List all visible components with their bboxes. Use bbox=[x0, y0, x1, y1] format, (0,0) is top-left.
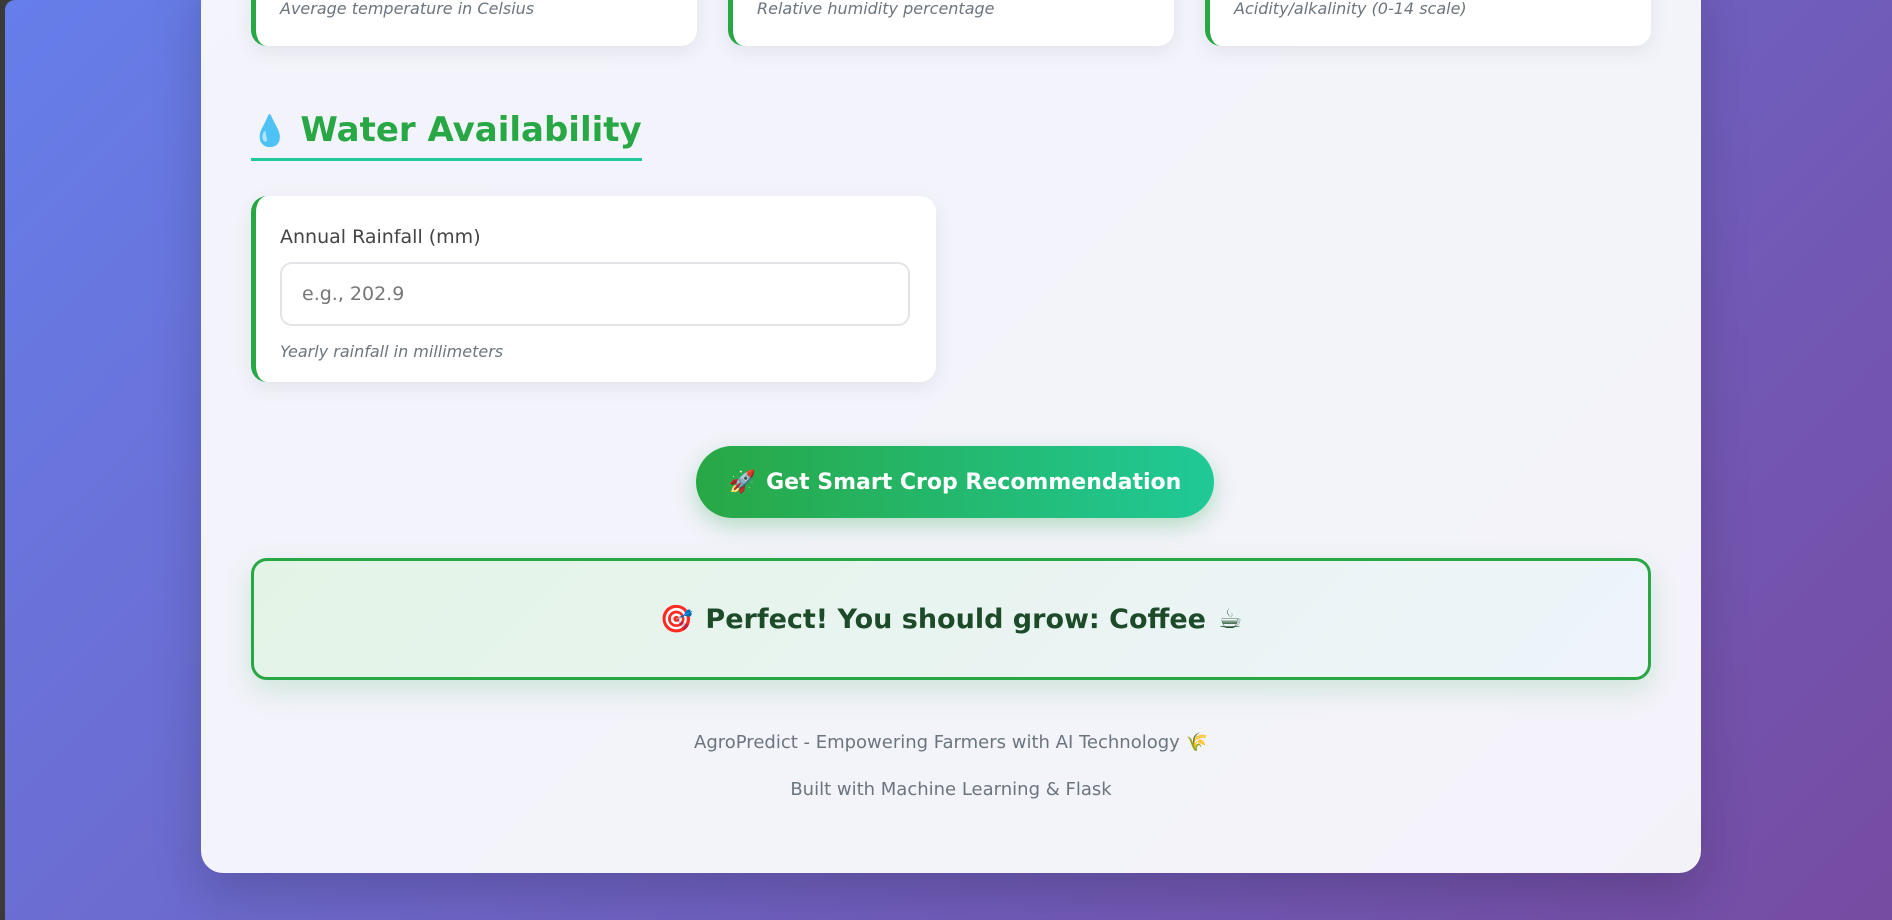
footer-credits: Built with Machine Learning & Flask bbox=[790, 779, 1112, 800]
coffee-icon: ☕ bbox=[1218, 603, 1243, 635]
result-text: Perfect! You should grow: Coffee bbox=[705, 603, 1206, 635]
footer-tagline: AgroPredict - Empowering Farmers with AI… bbox=[201, 732, 1701, 753]
water-section-title-text: Water Availability bbox=[300, 110, 642, 150]
temperature-field-card: Average temperature in Celsius bbox=[251, 0, 697, 46]
target-icon: 🎯 bbox=[659, 604, 694, 635]
ph-field-card: Acidity/alkalinity (0-14 scale) bbox=[1205, 0, 1651, 46]
rainfall-input[interactable] bbox=[280, 262, 910, 326]
recommendation-result: 🎯 Perfect! You should grow: Coffee ☕ bbox=[251, 558, 1651, 680]
get-recommendation-label: Get Smart Crop Recommendation bbox=[766, 469, 1182, 495]
rainfall-help-text: Yearly rainfall in millimeters bbox=[280, 342, 504, 361]
humidity-help-text: Relative humidity percentage bbox=[757, 0, 995, 18]
ph-help-text: Acidity/alkalinity (0-14 scale) bbox=[1234, 0, 1467, 18]
main-container: Average temperature in Celsius Relative … bbox=[201, 0, 1701, 873]
temperature-help-text: Average temperature in Celsius bbox=[280, 0, 535, 18]
water-section-title: 💧 Water Availability bbox=[251, 110, 642, 161]
rocket-icon: 🚀 bbox=[728, 469, 757, 495]
rainfall-label: Annual Rainfall (mm) bbox=[280, 226, 481, 248]
page-background: Average temperature in Celsius Relative … bbox=[5, 0, 1892, 920]
wheat-icon: 🌾 bbox=[1185, 732, 1208, 753]
footer-tagline-text: AgroPredict - Empowering Farmers with AI… bbox=[694, 732, 1180, 753]
get-recommendation-button[interactable]: 🚀 Get Smart Crop Recommendation bbox=[696, 446, 1214, 518]
water-drop-icon: 💧 bbox=[251, 114, 289, 149]
humidity-field-card: Relative humidity percentage bbox=[728, 0, 1174, 46]
rainfall-field-card: Annual Rainfall (mm) Yearly rainfall in … bbox=[251, 196, 936, 382]
